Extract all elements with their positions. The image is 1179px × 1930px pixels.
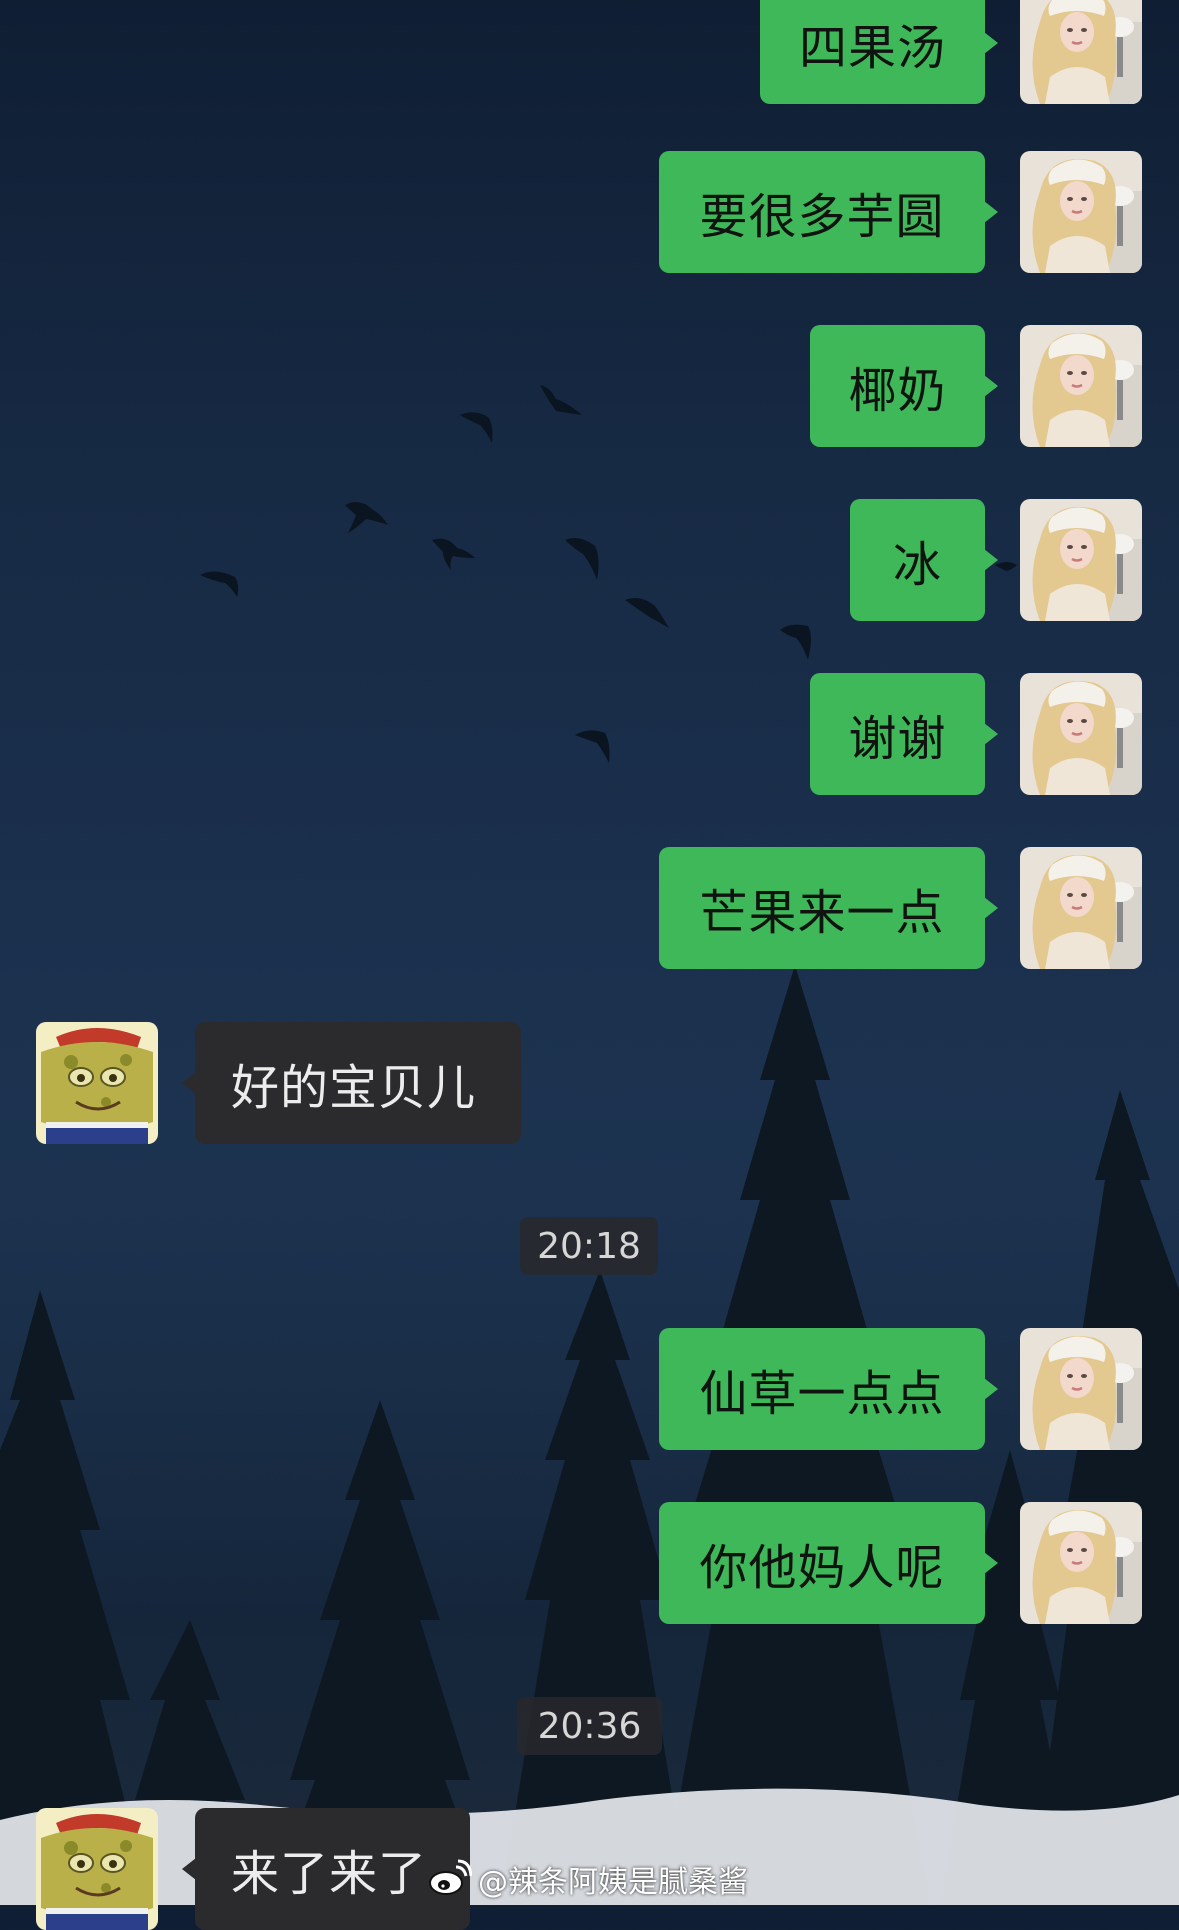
message-bubble[interactable]: 好的宝贝儿 xyxy=(195,1022,521,1144)
contact-avatar[interactable] xyxy=(36,1022,158,1144)
message-bubble[interactable]: 椰奶 xyxy=(810,325,985,447)
message-bubble[interactable]: 谢谢 xyxy=(810,673,985,795)
bubble-tail xyxy=(984,549,998,571)
timestamp: 20:18 xyxy=(520,1217,658,1275)
my-avatar[interactable] xyxy=(1020,1328,1142,1450)
my-avatar[interactable] xyxy=(1020,499,1142,621)
message-bubble[interactable]: 要很多芋圆 xyxy=(659,151,985,273)
watermark: @辣条阿姨是腻桑酱 xyxy=(428,1856,748,1902)
my-avatar[interactable] xyxy=(1020,151,1142,273)
contact-avatar[interactable] xyxy=(36,1808,158,1930)
my-avatar[interactable] xyxy=(1020,673,1142,795)
bubble-tail xyxy=(182,1072,196,1094)
watermark-text: @辣条阿姨是腻桑酱 xyxy=(478,1865,748,1900)
message-bubble[interactable]: 四果汤 xyxy=(760,0,985,104)
bubble-tail xyxy=(984,1378,998,1400)
my-avatar[interactable] xyxy=(1020,0,1142,104)
bubble-tail xyxy=(984,723,998,745)
my-avatar[interactable] xyxy=(1020,325,1142,447)
message-bubble[interactable]: 仙草一点点 xyxy=(659,1328,985,1450)
message-bubble[interactable]: 冰 xyxy=(850,499,985,621)
bubble-tail xyxy=(984,201,998,223)
message-bubble[interactable]: 芒果来一点 xyxy=(659,847,985,969)
weibo-icon xyxy=(429,1859,472,1895)
bubble-tail xyxy=(984,897,998,919)
bubble-tail xyxy=(182,1858,196,1880)
pine-trees xyxy=(0,965,1179,1905)
bubble-tail xyxy=(984,1552,998,1574)
my-avatar[interactable] xyxy=(1020,1502,1142,1624)
timestamp: 20:36 xyxy=(517,1697,662,1755)
my-avatar[interactable] xyxy=(1020,847,1142,969)
chat-background xyxy=(0,385,1179,1905)
message-bubble[interactable]: 你他妈人呢 xyxy=(659,1502,985,1624)
bubble-tail xyxy=(984,32,998,54)
bubble-tail xyxy=(984,375,998,397)
